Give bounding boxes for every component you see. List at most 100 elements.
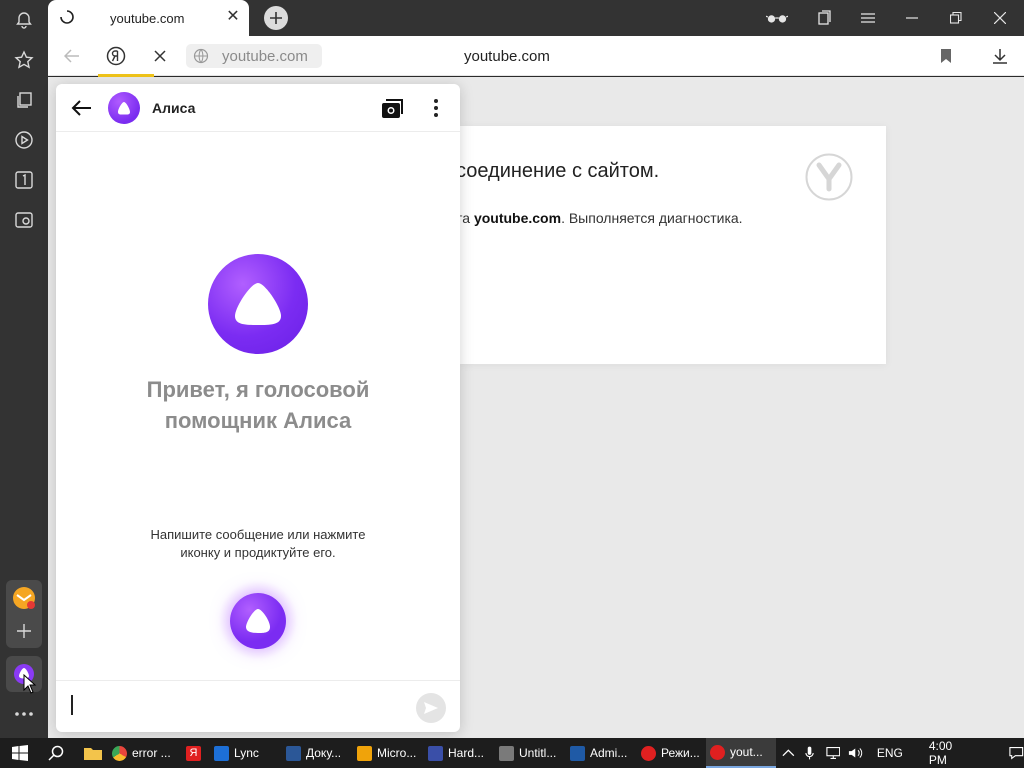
hint-line-2: иконку и продиктуйте его. — [180, 545, 336, 560]
url-text: youtube.com — [222, 48, 308, 65]
taskbar-item-admin[interactable]: Admi... — [566, 738, 631, 768]
taskbar-item-label: Режи... — [661, 746, 700, 760]
error-description: та youtube.com. Выполняется диагностика. — [456, 210, 743, 226]
lync-icon — [214, 745, 229, 761]
windows-logo-icon — [12, 745, 28, 761]
taskbar-item-rezhim[interactable]: Режи... — [637, 738, 704, 768]
network-icon[interactable] — [826, 746, 841, 760]
download-icon[interactable] — [990, 46, 1010, 66]
page-title: youtube.com — [464, 48, 550, 65]
screenshot-icon[interactable] — [12, 208, 36, 232]
word-icon — [286, 745, 301, 761]
voice-input-button[interactable] — [230, 593, 286, 649]
yandex-logo-icon[interactable] — [106, 46, 126, 66]
alice-header: Алиса — [56, 84, 460, 132]
back-arrow-icon[interactable] — [70, 96, 94, 120]
restore-icon[interactable] — [945, 8, 967, 28]
file-explorer-button[interactable] — [80, 738, 106, 768]
taskbar-item-label: error ... — [132, 746, 171, 760]
loading-spinner-icon — [60, 10, 74, 24]
taskbar-item-word[interactable]: Доку... — [282, 738, 345, 768]
url-pill[interactable]: youtube.com — [186, 44, 322, 68]
more-options-icon[interactable] — [426, 96, 446, 120]
new-tab-button[interactable] — [264, 6, 288, 30]
notifications-icon[interactable] — [1009, 746, 1024, 760]
tab-youtube[interactable]: youtube.com ✕ — [48, 0, 249, 36]
stop-loading-icon[interactable] — [150, 46, 170, 66]
tab-close-icon[interactable]: ✕ — [224, 8, 242, 26]
menu-icon[interactable] — [857, 8, 879, 28]
bookmark-icon[interactable] — [936, 46, 956, 66]
taskbar-item-untitled[interactable]: Untitl... — [495, 738, 560, 768]
alice-panel: Алиса Привет, я голосовой помощник Алиса… — [56, 84, 460, 732]
message-input[interactable] — [70, 689, 400, 723]
reader-glasses-icon[interactable] — [766, 8, 788, 28]
send-icon — [424, 702, 438, 714]
alice-greeting: Привет, я голосовой помощник Алиса — [56, 374, 460, 436]
error-heading: соединение с сайтом. — [456, 160, 660, 182]
taskbar-item-lync[interactable]: Lync — [210, 738, 263, 768]
taskbar-item-label: Micro... — [377, 746, 417, 760]
paint-icon — [499, 745, 514, 761]
play-icon[interactable] — [12, 128, 36, 152]
greeting-line-2: помощник Алиса — [164, 408, 352, 433]
message-input-row — [56, 680, 460, 732]
minimize-icon[interactable] — [901, 8, 923, 28]
bell-icon[interactable] — [12, 8, 36, 32]
yandex-browser-logo-icon — [805, 153, 853, 201]
tab-title: youtube.com — [110, 11, 185, 26]
search-icon — [48, 745, 64, 761]
taskbar-item-label: Доку... — [306, 746, 342, 760]
taskbar-item-label: Admi... — [590, 746, 628, 760]
alice-hint: Напишите сообщение или нажмите иконку и … — [56, 526, 460, 562]
counter-icon[interactable] — [12, 168, 36, 192]
chrome-icon — [112, 745, 127, 761]
taskbar-item-label: yout... — [730, 745, 763, 759]
powershell-icon — [570, 745, 585, 761]
app-icon — [357, 745, 372, 761]
bookmarks-panel-icon[interactable] — [813, 8, 835, 28]
collections-icon[interactable] — [12, 88, 36, 112]
taskbar-item-chrome[interactable]: error ... — [108, 738, 175, 768]
input-language[interactable]: ENG — [877, 746, 903, 760]
taskbar-item-label: Lync — [234, 746, 259, 760]
hint-line-1: Напишите сообщение или нажмите — [150, 527, 366, 542]
address-bar: youtube.com youtube.com — [48, 36, 1024, 77]
taskbar-item-yandex[interactable]: Я — [182, 738, 205, 768]
taskbar-item-label: Hard... — [448, 746, 485, 760]
error-card: соединение с сайтом. та youtube.com. Вып… — [456, 126, 886, 364]
taskbar-item-label: Untitl... — [519, 746, 557, 760]
back-arrow-icon[interactable] — [62, 46, 82, 66]
search-button[interactable] — [44, 738, 68, 768]
add-app-icon[interactable] — [12, 619, 36, 643]
app-icon — [428, 745, 443, 761]
volume-icon[interactable] — [848, 746, 863, 760]
site-info-icon[interactable] — [193, 48, 209, 64]
microphone-icon[interactable] — [805, 745, 814, 761]
text-caret — [71, 695, 73, 715]
alice-title: Алиса — [152, 100, 196, 116]
plus-icon — [270, 12, 282, 24]
error-desc-suffix: . Выполняется диагностика. — [561, 210, 743, 226]
close-window-icon[interactable] — [989, 8, 1011, 28]
yandex-browser-icon — [710, 744, 725, 760]
camera-search-icon[interactable] — [380, 96, 406, 120]
taskbar-item-hard[interactable]: Hard... — [424, 738, 488, 768]
folder-icon — [84, 748, 102, 760]
taskbar-item-youtube[interactable]: yout... — [706, 738, 776, 768]
star-icon[interactable] — [12, 48, 36, 72]
send-button[interactable] — [416, 693, 446, 723]
yandex-icon: Я — [186, 745, 201, 761]
start-button[interactable] — [8, 738, 32, 768]
browser-sidebar — [0, 0, 48, 738]
alice-logo-icon — [208, 254, 308, 354]
alice-avatar — [108, 92, 140, 124]
clock[interactable]: 4:00 PM — [929, 739, 970, 767]
tab-strip: youtube.com ✕ — [48, 0, 1024, 36]
chevron-up-icon[interactable] — [782, 748, 795, 758]
mail-app-icon[interactable] — [12, 586, 36, 610]
greeting-line-1: Привет, я голосовой — [146, 377, 370, 402]
windows-taskbar: error ... Я Lync Доку... Micro... Hard..… — [0, 738, 1024, 768]
taskbar-item-micro[interactable]: Micro... — [353, 738, 420, 768]
more-icon[interactable] — [12, 702, 36, 726]
